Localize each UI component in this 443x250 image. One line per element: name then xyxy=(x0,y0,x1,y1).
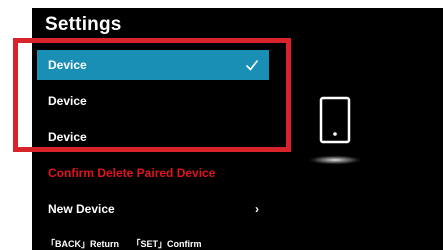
menu-item-label: Confirm Delete Paired Device xyxy=(48,166,216,180)
checkmark-icon xyxy=(245,60,259,71)
footer-hints: 「BACK」Return 「SET」Confirm xyxy=(46,237,212,250)
settings-screen: Settings Device Device Device Confirm De… xyxy=(32,8,443,250)
back-hint: 「BACK」Return xyxy=(46,239,119,249)
set-hint: 「SET」Confirm xyxy=(131,239,202,249)
menu-item-label: Device xyxy=(48,94,87,108)
menu-item-label: New Device xyxy=(48,202,115,216)
menu-item-device-1[interactable]: Device xyxy=(37,50,269,80)
menu-item-label: Device xyxy=(48,58,87,72)
smartphone-icon xyxy=(306,96,364,165)
page-title: Settings xyxy=(45,14,122,35)
chevron-right-icon: › xyxy=(255,202,259,216)
menu-item-label: Device xyxy=(48,130,87,144)
menu-item-device-3[interactable]: Device xyxy=(37,122,269,152)
menu-item-device-2[interactable]: Device xyxy=(37,86,269,116)
menu-item-confirm-delete[interactable]: Confirm Delete Paired Device xyxy=(37,158,269,188)
menu-item-new-device[interactable]: New Device › xyxy=(37,194,269,224)
